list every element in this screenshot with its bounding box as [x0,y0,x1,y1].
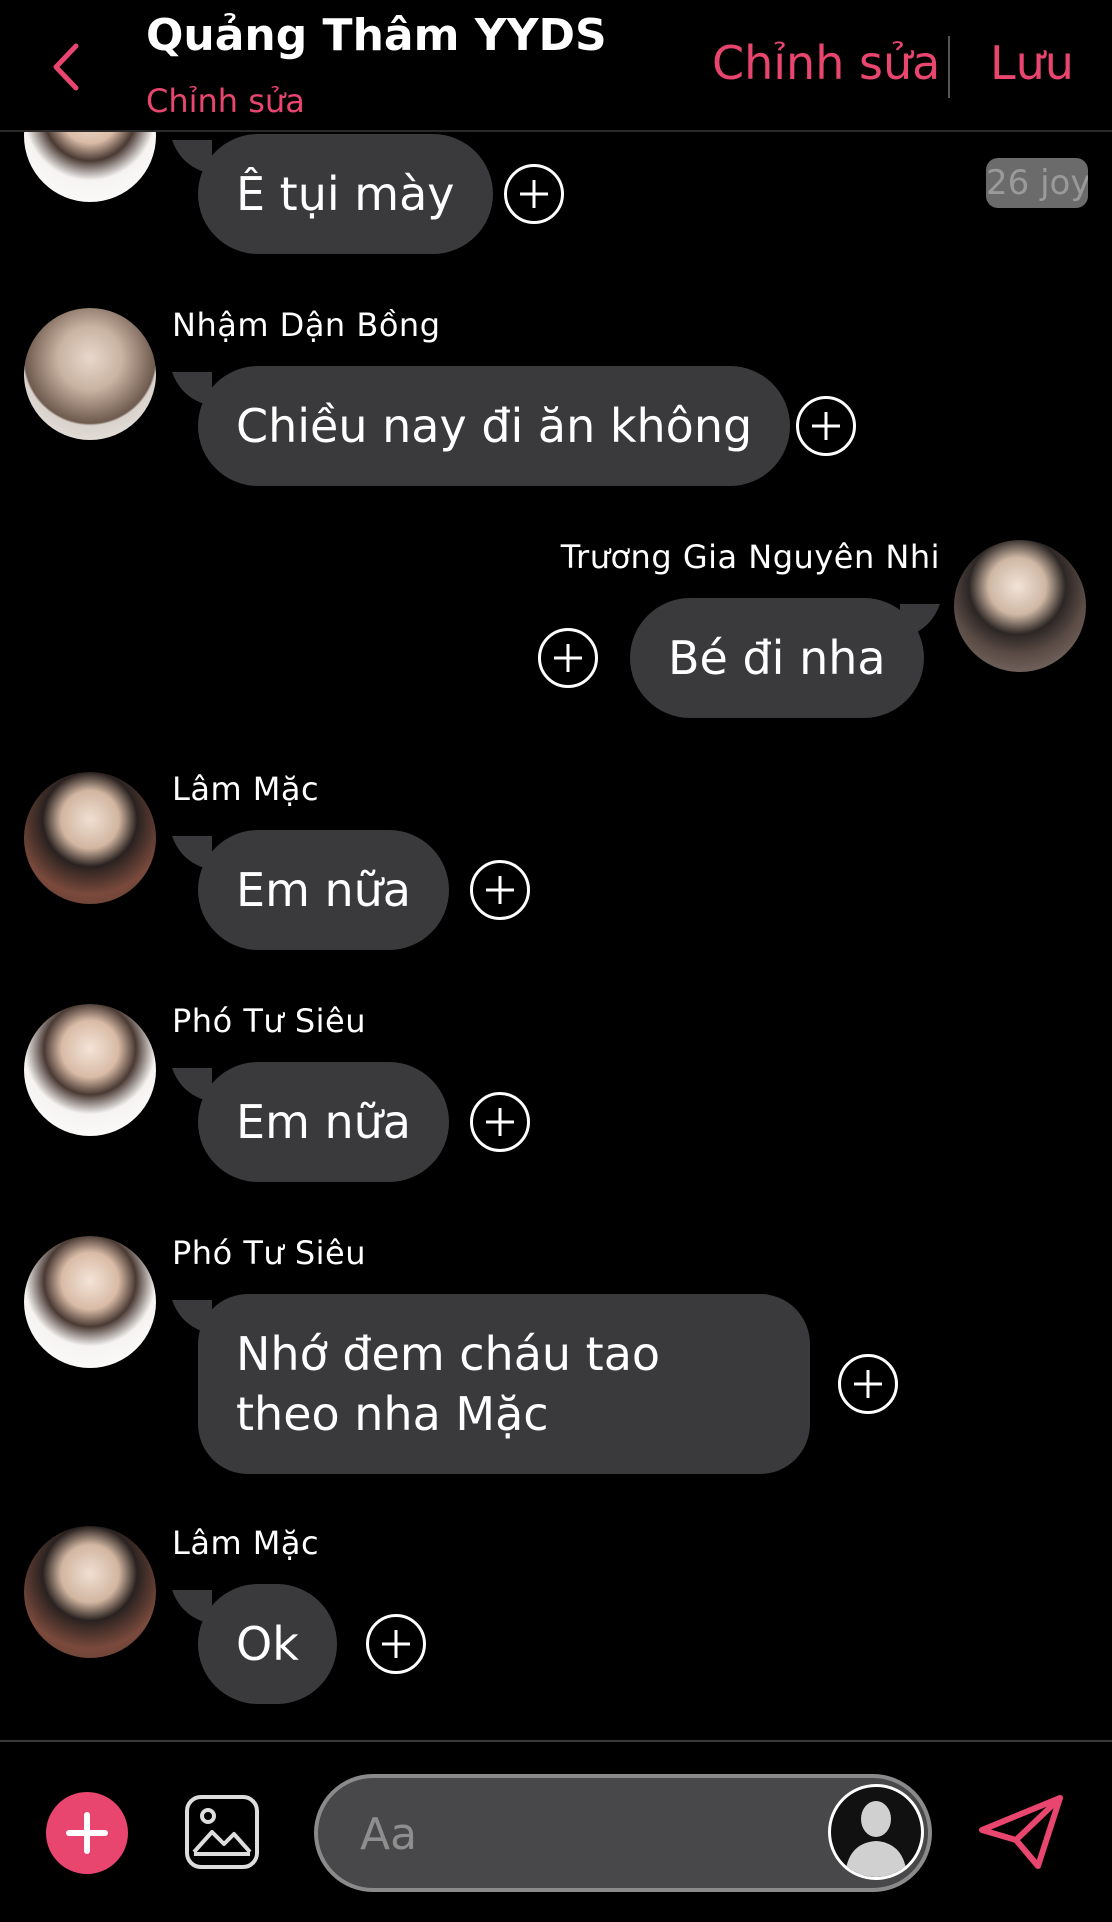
sender-name: Phó Tư Siêu [172,1234,366,1272]
message-bubble[interactable]: Bé đi nha [630,598,924,718]
plus-icon [812,412,840,440]
person-icon [845,1801,907,1877]
add-button[interactable] [46,1792,128,1874]
add-reaction-button[interactable] [796,396,856,456]
message-bubble[interactable]: Ê tụi mày [198,134,493,254]
chevron-left-icon [53,43,79,91]
message-bubble[interactable]: Ok [198,1584,337,1704]
chat-title: Quảng Thâm YYDS [146,10,607,61]
add-reaction-button[interactable] [538,628,598,688]
timestamp-badge: 26 joy [986,158,1088,208]
avatar[interactable] [24,1236,156,1368]
plus-icon [854,1370,882,1398]
composer-bar [0,1740,1112,1922]
add-reaction-button[interactable] [366,1614,426,1674]
plus-icon [66,1812,108,1854]
avatar[interactable] [954,540,1086,672]
message-bubble[interactable]: Nhớ đem cháu tao theo nha Mặc [198,1294,810,1474]
plus-icon [486,876,514,904]
avatar[interactable] [24,1004,156,1136]
back-button[interactable] [40,38,90,96]
sender-name: Phó Tư Siêu [172,1002,366,1040]
save-button[interactable]: Lưu [990,36,1074,90]
send-button[interactable] [976,1792,1066,1872]
image-button[interactable] [184,1794,260,1870]
edit-button[interactable]: Chỉnh sửa [712,36,940,90]
persona-avatar[interactable] [828,1784,924,1880]
add-reaction-button[interactable] [504,164,564,224]
image-icon [185,1795,259,1869]
sender-name: Nhậm Dận Bồng [172,306,441,344]
message-bubble[interactable]: Chiều nay đi ăn không [198,366,791,486]
avatar[interactable] [24,772,156,904]
send-icon [979,1795,1063,1869]
add-reaction-button[interactable] [470,860,530,920]
plus-icon [382,1630,410,1658]
add-reaction-button[interactable] [470,1092,530,1152]
avatar[interactable] [24,308,156,440]
add-reaction-button[interactable] [838,1354,898,1414]
message-input[interactable] [358,1802,802,1866]
plus-icon [554,644,582,672]
chat-subtitle[interactable]: Chỉnh sửa [146,82,305,120]
plus-icon [486,1108,514,1136]
chat-header: Quảng Thâm YYDS Chỉnh sửa Chỉnh sửa Lưu [0,0,1112,132]
plus-icon [520,180,548,208]
header-divider [948,36,950,98]
avatar[interactable] [24,1526,156,1658]
sender-name: Lâm Mặc [172,770,320,808]
message-bubble[interactable]: Em nữa [198,830,449,950]
message-list[interactable]: Ê tụi mày 26 joy Nhậm Dận Bồng Chiều nay… [0,132,1112,1740]
avatar[interactable] [24,132,156,202]
sender-name: Lâm Mặc [172,1524,320,1562]
message-bubble[interactable]: Em nữa [198,1062,449,1182]
message-input-box[interactable] [314,1774,932,1892]
sender-name: Trương Gia Nguyên Nhi [560,538,940,576]
